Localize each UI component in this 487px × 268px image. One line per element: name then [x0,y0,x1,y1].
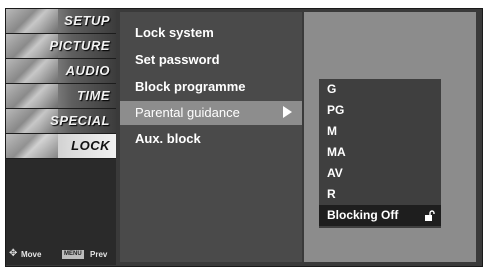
menu-item-label: Set password [135,52,220,67]
lock-menu: Lock system Set password Block programme… [120,12,302,262]
move-hint: Move [21,250,42,259]
rating-label: R [327,187,336,201]
menu-item-lock-system[interactable]: Lock system [120,21,302,45]
menu-item-label: Lock system [135,25,214,40]
menu-item-block-programme[interactable]: Block programme [120,75,302,99]
rating-option-m[interactable]: M [319,121,441,142]
menu-item-label: Parental guidance [135,105,240,120]
menu-item-aux-block[interactable]: Aux. block [120,127,302,151]
rating-label: PG [327,103,345,117]
tv-osd-screen: SETUP PICTURE AUDIO TIME SPECIAL LOCK ✥ … [0,0,487,268]
menu-item-label: Aux. block [135,131,201,146]
lock-icon [6,134,58,158]
setup-icon [6,9,58,33]
help-bar: ✥ Move MENU Prev [6,248,116,262]
unlocked-padlock-icon [425,210,435,221]
sidebar-item-label: LOCK [71,138,110,153]
sidebar-item-label: PICTURE [49,38,110,53]
rating-option-pg[interactable]: PG [319,100,441,121]
sidebar-item-label: TIME [76,88,110,103]
menu-item-label: Block programme [135,79,246,94]
category-sidebar: SETUP PICTURE AUDIO TIME SPECIAL LOCK [6,9,116,265]
sidebar-item-special[interactable]: SPECIAL [6,109,116,134]
parental-rating-list: G PG M MA AV R Blocking Off [319,79,441,228]
sidebar-item-setup[interactable]: SETUP [6,9,116,34]
audio-icon [6,59,58,83]
rating-option-av[interactable]: AV [319,163,441,184]
menu-item-set-password[interactable]: Set password [120,48,302,72]
rating-label: Blocking Off [327,208,399,222]
rating-option-g[interactable]: G [319,79,441,100]
rating-option-blocking-off[interactable]: Blocking Off [319,205,441,226]
prev-hint: Prev [90,250,108,259]
rating-label: G [327,82,337,96]
menu-key-icon: MENU [62,250,84,259]
sidebar-item-label: SPECIAL [50,113,110,128]
rating-option-r[interactable]: R [319,184,441,205]
sidebar-item-audio[interactable]: AUDIO [6,59,116,84]
rating-option-ma[interactable]: MA [319,142,441,163]
time-icon [6,84,58,108]
sidebar-item-label: AUDIO [65,63,110,78]
sidebar-item-lock[interactable]: LOCK [6,134,116,159]
sidebar-item-label: SETUP [64,13,110,28]
rating-label: AV [327,166,343,180]
dpad-icon: ✥ [9,248,18,259]
sidebar-item-time[interactable]: TIME [6,84,116,109]
submenu-arrow-icon [283,106,292,118]
sidebar-item-picture[interactable]: PICTURE [6,34,116,59]
menu-item-parental-guidance[interactable]: Parental guidance [120,101,302,125]
rating-label: M [327,124,337,138]
rating-label: MA [327,145,346,159]
